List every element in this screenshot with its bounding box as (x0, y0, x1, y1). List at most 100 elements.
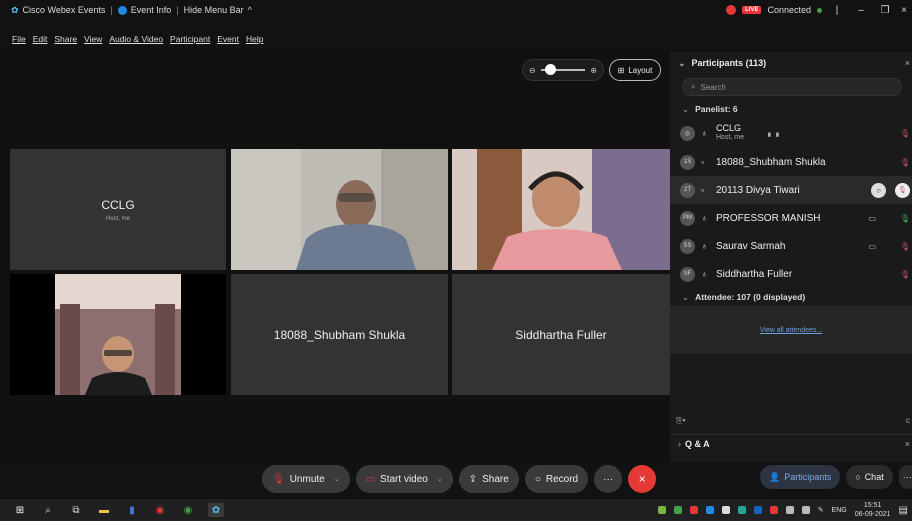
zoom-out-icon[interactable]: ⊖ (529, 66, 536, 75)
mic-muted-icon[interactable]: 🎙 (900, 129, 910, 138)
panelist-group-header[interactable]: ⌄ Panelist: 6 (670, 100, 912, 118)
share-button[interactable]: ⇪ Share (458, 465, 519, 493)
participant-video (452, 149, 670, 270)
participant-row[interactable]: SF ♁ Siddhartha Fuller 🎙 (670, 260, 912, 288)
video-tile-participant-1[interactable] (231, 149, 448, 270)
participants-header[interactable]: ⌄ Participants (113) × (670, 52, 912, 74)
event-info-button[interactable]: Event Info (115, 5, 175, 15)
close-icon: × (638, 472, 646, 486)
chrome-icon[interactable]: ◉ (152, 503, 168, 517)
search-input[interactable]: ⌕ Search (682, 78, 902, 96)
participant-video (231, 149, 448, 270)
menu-help[interactable]: Help (246, 34, 263, 44)
zoom-control[interactable]: ⊖ ⊕ (522, 59, 604, 81)
video-tile-participant-3[interactable] (10, 274, 226, 395)
record-icon: ○ (534, 473, 541, 485)
participant-row[interactable]: PM ♁ PROFESSOR MANISH ▭ 🎙 (670, 204, 912, 232)
tray-app-icon[interactable] (737, 506, 746, 514)
avatar: SF (680, 266, 695, 282)
more-options-button[interactable]: ··· (594, 465, 623, 493)
unmute-button[interactable]: 🎙 Unmute ⌄ (262, 465, 350, 493)
computer-icon: ▫ (701, 157, 705, 167)
video-tile-shubham[interactable]: 18088_Shubham Shukla (231, 274, 448, 395)
connected-icon (817, 7, 822, 13)
onedrive-icon[interactable] (721, 506, 730, 514)
menu-audio-video[interactable]: Audio & Video (109, 34, 163, 44)
search-icon[interactable]: ⌕ (40, 503, 56, 517)
mic-muted-icon[interactable]: 🎙 (900, 270, 910, 279)
mic-muted-icon[interactable]: 🎙 (900, 158, 910, 167)
menu-view[interactable]: View (84, 34, 102, 44)
volume-icon[interactable] (801, 506, 810, 514)
clock[interactable]: 15:51 06-09-2021 (855, 501, 891, 519)
participant-video (10, 274, 226, 395)
mic-muted-icon[interactable]: 🎙 (895, 182, 910, 198)
mic-icon[interactable]: 🎙 (900, 214, 910, 223)
video-tile-siddhartha[interactable]: Siddhartha Fuller (452, 274, 670, 395)
app-icon[interactable]: ▮ (124, 503, 140, 517)
chat-icon[interactable]: ○ (871, 182, 886, 198)
menu-share[interactable]: Share (54, 34, 77, 44)
menu-participant[interactable]: Participant (170, 34, 210, 44)
tray-app-icon[interactable] (705, 506, 714, 514)
panel-scroll-icon[interactable]: c (906, 416, 910, 425)
video-tile-participant-2[interactable] (452, 149, 670, 270)
signal-icon: ▖▗ (768, 130, 779, 137)
video-tile-host[interactable]: CCLG Host, me (10, 149, 226, 270)
system-tray: ✎ ENG 15:51 06-09-2021 ▤ (657, 499, 908, 521)
participant-row[interactable]: SS ♁ Saurav Sarmah ▭ 🎙 (670, 232, 912, 260)
participant-row[interactable]: 1S ▫ 18088_Shubham Shukla 🎙 (670, 148, 912, 176)
chevron-down-icon[interactable]: ⌄ (678, 58, 686, 69)
close-icon[interactable]: × (905, 58, 910, 68)
pen-icon[interactable]: ✎ (818, 506, 824, 514)
close-icon[interactable]: × (905, 439, 910, 449)
windows-taskbar: ⊞ ⌕ ⧉ ▬ ▮ ◉ ◉ ✿ ✎ ENG 15:51 06-09-2021 ▤ (0, 499, 912, 521)
attendee-group-header[interactable]: ⌄ Attendee: 107 (0 displayed) (670, 288, 912, 306)
tray-app-icon[interactable] (657, 506, 666, 514)
chrome-profile-icon[interactable]: ◉ (180, 503, 196, 517)
minimize-icon[interactable]: – (852, 5, 870, 16)
zoom-in-icon[interactable]: ⊕ (590, 66, 597, 75)
task-view-icon[interactable]: ⧉ (68, 503, 84, 517)
tray-app-icon[interactable] (673, 506, 682, 514)
webex-taskbar-icon[interactable]: ✿ (208, 503, 224, 517)
close-icon[interactable]: × (900, 5, 908, 16)
tray-app-icon[interactable] (753, 506, 762, 514)
maximize-icon[interactable]: ❐ (876, 5, 894, 16)
more-icon: ··· (603, 473, 614, 485)
record-button[interactable]: ○ Record (524, 465, 589, 493)
qa-section-header[interactable]: › Q & A × (670, 434, 912, 452)
avatar: ◎ (680, 125, 695, 141)
participant-row[interactable]: ◎ ♁ CCLG Host, me ▖▗ 🎙 (670, 118, 912, 148)
start-video-button[interactable]: ▭ Start video ⌄ (355, 465, 453, 493)
end-meeting-button[interactable]: × (628, 465, 657, 493)
network-icon[interactable] (785, 506, 794, 514)
panel-options-icon[interactable]: ⎘▾ (676, 416, 686, 426)
video-icon: ▭ (868, 241, 876, 251)
view-all-attendees-link[interactable]: View all attendees... (670, 306, 912, 354)
tray-app-icon[interactable] (769, 506, 778, 514)
zoom-slider-knob[interactable] (544, 64, 556, 75)
phone-icon: ♁ (701, 241, 708, 251)
language-indicator[interactable]: ENG (832, 507, 847, 514)
chevron-down-icon[interactable]: ⌄ (437, 475, 443, 483)
menu-event[interactable]: Event (217, 34, 239, 44)
participants-button[interactable]: 👤 Participants (760, 465, 841, 489)
tray-app-icon[interactable] (689, 506, 698, 514)
file-explorer-icon[interactable]: ▬ (96, 503, 112, 517)
meeting-controls: 🎙 Unmute ⌄ ▭ Start video ⌄ ⇪ Share ○ Rec… (262, 465, 657, 493)
participant-row[interactable]: 2T ▫ 20113 Divya Tiwari ○ 🎙 (670, 176, 912, 204)
layout-button[interactable]: ⊞ Layout (609, 59, 661, 81)
zoom-slider[interactable] (540, 64, 586, 75)
chat-button[interactable]: ○ Chat (846, 465, 893, 489)
mic-muted-icon[interactable]: 🎙 (900, 242, 910, 251)
more-panels-button[interactable]: ··· (898, 465, 912, 489)
menu-edit[interactable]: Edit (33, 34, 48, 44)
mic-muted-icon: 🎙 (272, 473, 285, 485)
hide-menu-bar-button[interactable]: Hide Menu Bar ^ (181, 5, 255, 15)
windows-start-icon[interactable]: ⊞ (12, 503, 28, 517)
chevron-down-icon[interactable]: ⌄ (334, 475, 340, 483)
avatar: 2T (680, 182, 695, 198)
menu-file[interactable]: File (12, 34, 26, 44)
notification-icon[interactable]: ▤ (899, 505, 908, 516)
